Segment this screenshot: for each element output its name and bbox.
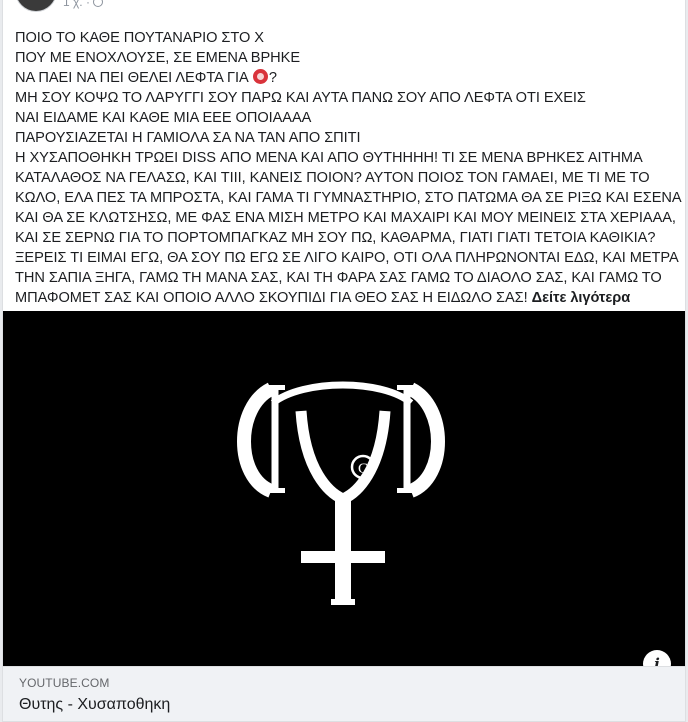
logo-left-serif-top <box>265 385 285 390</box>
logo-letter: C <box>358 461 368 477</box>
artist-logo: C <box>237 381 445 605</box>
post-line: ΚΑΤΑΛΑΘΟΣ ΝΑ ΓΕΛΑΣΩ, ΚΑΙ ΤΙΙΙ, ΚΑΝΕΙΣ ΠΟ… <box>15 170 650 186</box>
logo-left-serif-bottom <box>265 488 285 493</box>
avatar[interactable] <box>15 0 57 12</box>
link-preview-footer[interactable]: YOUTUBE.COM Θυτης - Χυσαποθηκη <box>3 666 685 721</box>
see-less-link[interactable]: Δείτε λιγότερα <box>532 290 631 306</box>
post-line: ΝΑ ΠΑΕΙ ΝΑ ΠΕΙ ΘΕΛΕΙ ΛΕΦΤΑ ΓΙΑ ? <box>15 68 675 88</box>
post-line-text: ΝΑ ΠΑΕΙ ΝΑ ΠΕΙ ΘΕΛΕΙ ΛΕΦΤΑ ΓΙΑ <box>15 70 248 86</box>
post-line: ΚΑΙ ΘΑ ΣΕ ΚΛΩΤΣΗΣΩ, ΜΕ ΦΑΣ ΕΝΑ ΜΙΣΗ ΜΕΤΡ… <box>15 210 676 226</box>
globe-icon <box>92 0 103 7</box>
post-line: ΞΕΡΕΙΣ ΤΙ ΕΙΜΑΙ ΕΓΩ, ΘΑ ΣΟΥ ΠΩ ΕΓΩ ΣΕ ΛΙ… <box>15 250 679 266</box>
post-line: ΝΑΙ ΕΙΔΑΜΕ ΚΑΙ ΚΑΘΕ ΜΙΑ ΕΕΕ ΟΠΟΙΑΑΑΑ <box>15 110 312 126</box>
logo-inner-curve <box>295 410 391 505</box>
post-meta: 1 χ. · <box>63 0 103 9</box>
logo-right-serif-bottom <box>397 488 417 493</box>
post-line: ΜΗ ΣΟΥ ΚΟΨΩ ΤΟ ΛΑΡΥΓΓΙ ΣΟΥ ΠΑΡΩ ΚΑΙ ΑΥΤΑ… <box>15 90 586 106</box>
post-line: ΠΟΙΟ ΤΟ ΚΑΘΕ ΠΟΥΤΑΝΑΡΙΟ ΣΤΟ Χ <box>15 30 264 46</box>
post-line: ΜΠΑΦΟΜΕΤ ΣΑΣ ΚΑΙ ΟΠΟΙΟ ΑΛΛΟ ΣΚΟΥΠΙΔΙ ΓΙΑ… <box>15 288 675 308</box>
post-line: ΠΑΡΟΥΣΙΑΖΕΤΑΙ Η ΓΑΜΙΟΛΑ ΣΑ ΝΑ ΤΑΝ ΑΠΟ ΣΠ… <box>15 130 361 146</box>
post-line: ΚΑΙ ΣΕ ΣΕΡΝΩ ΓΙΑ ΤΟ ΠΟΡΤΟΜΠΑΓΚΑΖ ΜΗ ΣΟΥ … <box>15 230 656 246</box>
logo-shaft-foot <box>331 599 355 605</box>
post-line-text: ? <box>268 70 277 86</box>
post-timestamp[interactable]: 1 χ. · <box>63 0 90 9</box>
link-title[interactable]: Θυτης - Χυσαποθηκη <box>19 696 170 714</box>
link-domain: YOUTUBE.COM <box>19 676 110 690</box>
post-line-text: ΜΠΑΦΟΜΕΤ ΣΑΣ ΚΑΙ ΟΠΟΙΟ ΑΛΛΟ ΣΚΟΥΠΙΔΙ ΓΙΑ… <box>15 290 528 306</box>
post-line: ΚΩΛΟ, ΕΛΑ ΠΕΣ ΤΑ ΜΠΡΟΣΤΑ, ΚΑΙ ΓΑΜΑ ΤΙ ΓΥ… <box>15 190 682 206</box>
post-line: ΤΗΝ ΣΑΠΙΑ ΞΗΓΑ, ΓΑΜΩ ΤΗ ΜΑΝΑ ΣΑΣ, ΚΑΙ ΤΗ… <box>15 270 662 286</box>
no-entry-emoji-icon <box>252 69 268 84</box>
post-line: ΠΟΥ ΜΕ ΕΝΟΧΛΟΥΣΕ, ΣΕ ΕΜΕΝΑ ΒΡΗΚΕ <box>15 50 301 66</box>
post-text: ΠΟΙΟ ΤΟ ΚΑΘΕ ΠΟΥΤΑΝΑΡΙΟ ΣΤΟ Χ ΠΟΥ ΜΕ ΕΝΟ… <box>3 20 685 308</box>
link-preview-image[interactable]: C i <box>3 311 685 678</box>
post-header: 1 χ. · <box>3 0 685 12</box>
logo-left-arc <box>237 382 275 498</box>
logo-right-arc <box>407 382 445 498</box>
post-card: 1 χ. · ΠΟΙΟ ΤΟ ΚΑΘΕ ΠΟΥΤΑΝΑΡΙΟ ΣΤΟ Χ ΠΟΥ… <box>2 0 686 722</box>
logo-right-serif-top <box>397 385 417 390</box>
post-line: Η ΧΥΣΑΠΟΘΗΚΗ ΤΡΩΕΙ DISS ΑΠΟ ΜΕΝΑ ΚΑΙ ΑΠΟ… <box>15 150 643 166</box>
logo-top-arc <box>270 381 414 406</box>
